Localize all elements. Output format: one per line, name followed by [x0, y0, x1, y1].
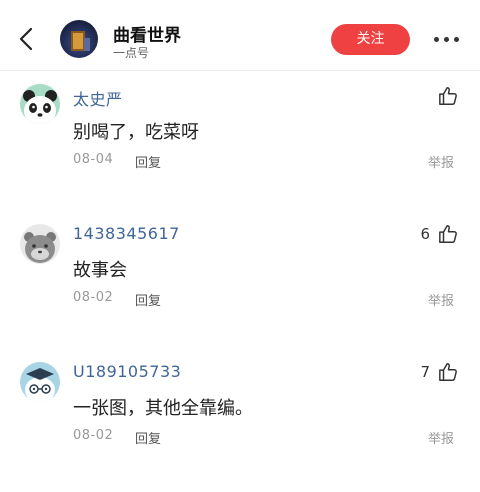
comment-item: 太史严 别喝了，吃菜呀 08-04 回复 举报: [0, 78, 480, 216]
comment-username[interactable]: 太史严: [73, 86, 123, 110]
comment-text: 一张图，其他全靠编。: [73, 398, 253, 419]
more-dots-icon[interactable]: [432, 34, 462, 44]
comment-text: 别喝了，吃菜呀: [73, 122, 199, 143]
like-count: 6: [420, 225, 430, 243]
graduate-avatar[interactable]: [20, 362, 60, 402]
panda-avatar[interactable]: [20, 84, 60, 124]
thumbs-up-icon[interactable]: [438, 85, 460, 107]
gray-cat-avatar[interactable]: [20, 224, 60, 264]
comment-text: 故事会: [73, 260, 127, 281]
report-button[interactable]: 举报: [428, 152, 454, 171]
account-avatar[interactable]: [60, 20, 98, 58]
thumbs-up-icon[interactable]: [438, 223, 460, 245]
report-button[interactable]: 举报: [428, 428, 454, 447]
comment-item: U189105733 7 一张图，其他全靠编。 08-02 回复 举报: [0, 354, 480, 492]
report-button[interactable]: 举报: [428, 290, 454, 309]
account-subtitle: 一点号: [113, 46, 150, 60]
header: 曲看世界 一点号 关注: [0, 8, 480, 71]
reply-button[interactable]: 回复: [135, 428, 161, 447]
comment-date: 08-02: [73, 290, 114, 305]
follow-button[interactable]: 关注: [331, 24, 410, 55]
comment-item: 1438345617 6 故事会 08-02 回复 举报: [0, 216, 480, 354]
comment-date: 08-02: [73, 428, 114, 443]
comment-username[interactable]: 1438345617: [73, 224, 180, 243]
thumbs-up-icon[interactable]: [438, 361, 460, 383]
back-arrow-icon[interactable]: [14, 26, 40, 52]
like-count: 7: [420, 363, 430, 381]
account-title[interactable]: 曲看世界: [113, 21, 181, 46]
status-bar: [0, 0, 480, 8]
reply-button[interactable]: 回复: [135, 152, 161, 171]
comment-username[interactable]: U189105733: [73, 362, 181, 381]
reply-button[interactable]: 回复: [135, 290, 161, 309]
comment-date: 08-04: [73, 152, 114, 167]
